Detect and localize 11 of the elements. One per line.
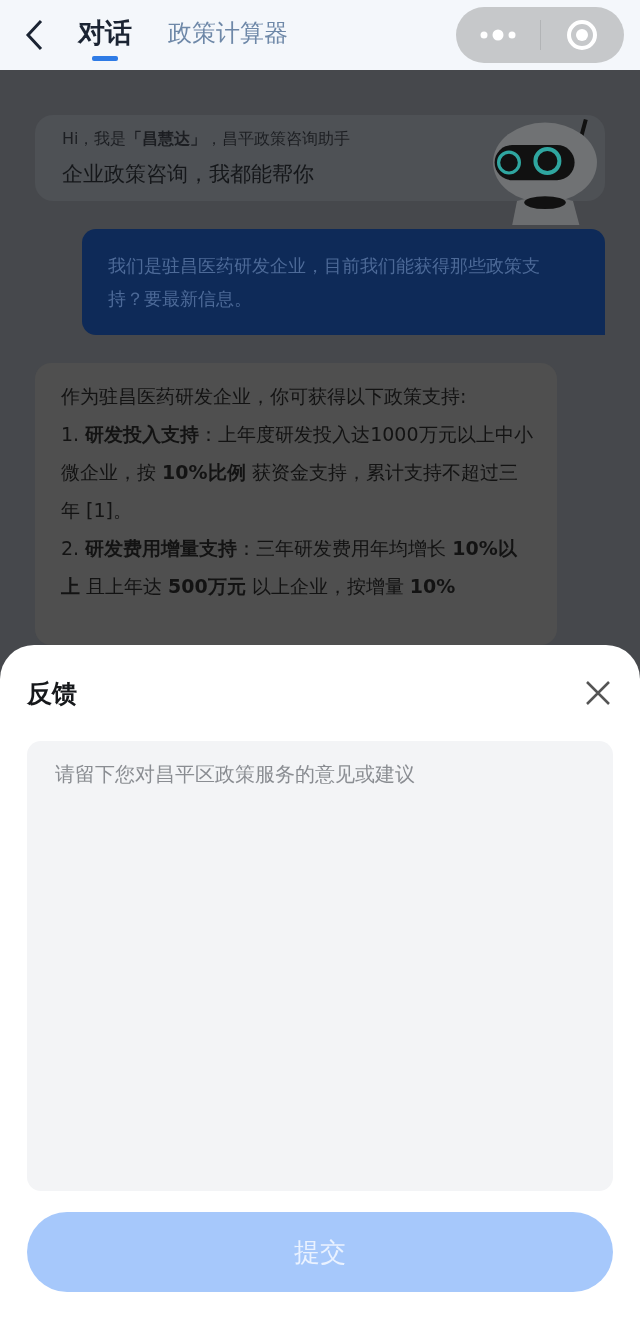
message-paragraph: 2. 研发费用增量支持：三年研发费用年均增长 10%以上 且上年达 500万元 以上企业，按增量 10% bbox=[61, 536, 518, 599]
tab[interactable]: 对话 bbox=[78, 15, 132, 61]
target-circle-icon bbox=[566, 19, 599, 51]
message-paragraph: 作为驻昌医药研发企业，你可获得以下政策支持: bbox=[61, 384, 468, 409]
message-paragraph: 1. 研发投入支持：上年度研发投入达1000万元以上中小微企业，按 10%比例 获资金支持，累计支持不超过三年 [1]。 bbox=[61, 422, 533, 523]
sheet-title: 反馈 bbox=[27, 677, 77, 710]
greeting-headline: 企业政策咨询，我都能帮你 bbox=[62, 160, 315, 188]
tab[interactable]: 政策计算器 bbox=[168, 17, 288, 59]
feedback-input-field[interactable]: 请留下您对昌平区政策服务的意见或建议 bbox=[27, 741, 613, 1191]
message-paragraph: 我们是驻昌医药研发企业，目前我们能获得那些政策支持？要最新信息。 bbox=[108, 254, 541, 311]
more-dots-icon bbox=[478, 28, 517, 42]
